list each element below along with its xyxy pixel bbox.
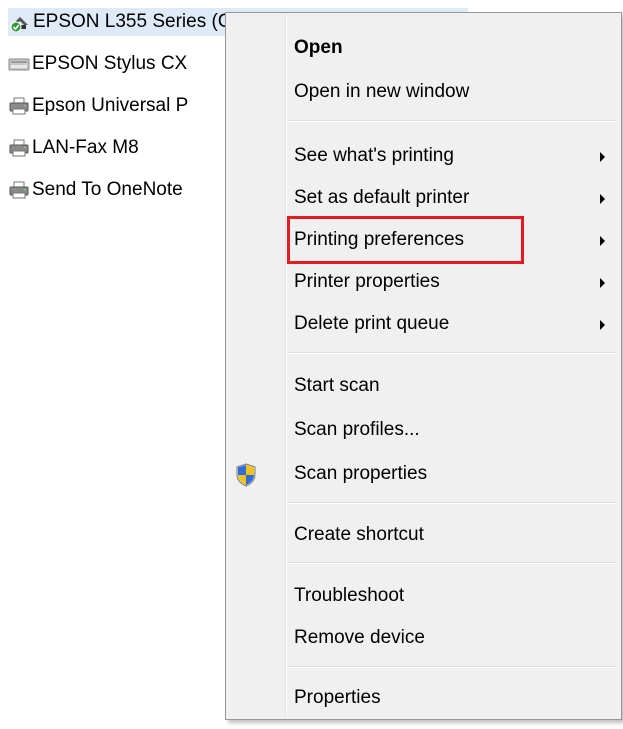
- printer-label: Epson Universal P: [32, 95, 189, 116]
- menu-item-troubleshoot[interactable]: Troubleshoot: [228, 577, 619, 617]
- context-menu: Open Open in new window See what's print…: [225, 12, 622, 720]
- menu-item-properties[interactable]: Properties: [228, 679, 619, 719]
- submenu-arrow-icon: [600, 152, 605, 162]
- menu-item-label: Printer properties: [294, 271, 440, 292]
- printer-label: EPSON Stylus CX: [32, 53, 188, 74]
- menu-item-label: Create shortcut: [294, 524, 424, 545]
- menu-item-remove-device[interactable]: Remove device: [228, 619, 619, 659]
- menu-item-create-shortcut[interactable]: Create shortcut: [228, 516, 619, 556]
- printer-icon: [9, 139, 29, 157]
- menu-item-label: Properties: [294, 687, 381, 708]
- menu-item-delete-print-queue[interactable]: Delete print queue: [228, 305, 619, 345]
- menu-item-scan-properties[interactable]: Scan properties: [228, 455, 619, 495]
- menu-item-label: Open: [294, 37, 343, 58]
- menu-item-start-scan[interactable]: Start scan: [228, 367, 619, 407]
- menu-separator: [288, 502, 617, 504]
- menu-item-see-whats-printing[interactable]: See what's printing: [228, 137, 619, 177]
- menu-item-open-new-window[interactable]: Open in new window: [228, 73, 619, 113]
- menu-item-label: Start scan: [294, 375, 380, 396]
- menu-item-label: See what's printing: [294, 145, 454, 166]
- fax-scanner-icon: [8, 58, 30, 71]
- menu-item-open[interactable]: Open: [228, 29, 619, 69]
- printer-label: Send To OneNote: [32, 179, 183, 200]
- submenu-arrow-icon: [600, 236, 605, 246]
- menu-separator: [288, 120, 617, 122]
- menu-separator: [288, 562, 617, 564]
- submenu-arrow-icon: [600, 194, 605, 204]
- menu-item-scan-profiles[interactable]: Scan profiles...: [228, 411, 619, 451]
- menu-item-label: Scan properties: [294, 463, 428, 484]
- printer-icon: [9, 181, 29, 199]
- submenu-arrow-icon: [600, 278, 605, 288]
- menu-separator: [288, 666, 617, 668]
- printer-label: LAN-Fax M8: [32, 137, 139, 158]
- menu-item-label: Open in new window: [294, 81, 470, 102]
- menu-item-label: Delete print queue: [294, 313, 450, 334]
- menu-item-label: Set as default printer: [294, 187, 470, 208]
- highlight-annotation-box: [287, 216, 524, 264]
- menu-item-label: Remove device: [294, 627, 425, 648]
- menu-separator: [288, 352, 617, 354]
- menu-item-label: Scan profiles...: [294, 419, 420, 440]
- menu-item-printer-properties[interactable]: Printer properties: [228, 263, 619, 303]
- uac-shield-icon: [236, 463, 256, 487]
- printer-icon: [9, 97, 29, 115]
- default-printer-icon: [10, 17, 28, 32]
- menu-item-label: Troubleshoot: [294, 585, 405, 606]
- menu-item-set-default-printer[interactable]: Set as default printer: [228, 179, 619, 219]
- submenu-arrow-icon: [600, 320, 605, 330]
